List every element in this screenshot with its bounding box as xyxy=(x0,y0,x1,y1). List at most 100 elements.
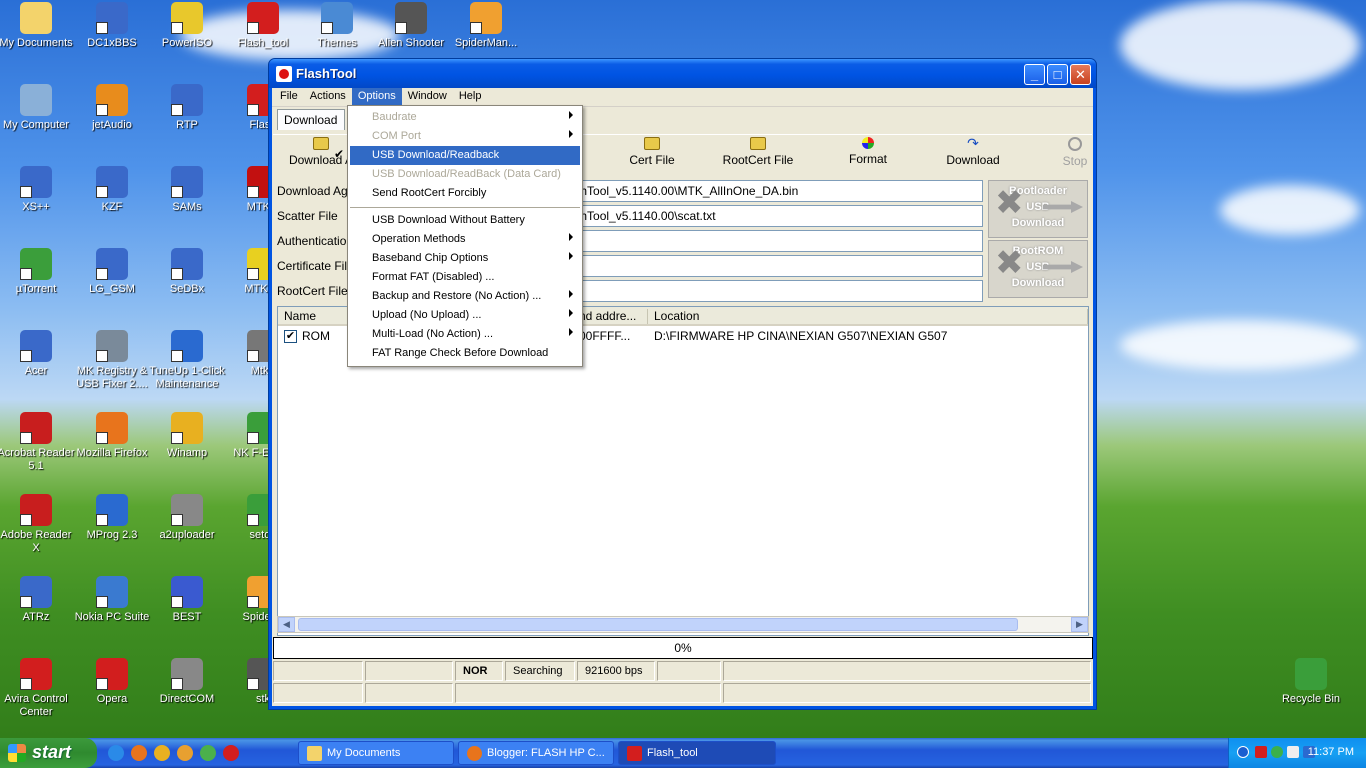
desktop-icon-poweriso[interactable]: PowerISO xyxy=(148,2,226,50)
menu-item-usb-download-readback[interactable]: ✔ USB Download/Readback xyxy=(334,146,580,165)
winamp-icon[interactable] xyxy=(154,745,170,761)
scatter-file-label: Scatter File xyxy=(277,209,338,223)
desktop-icon-atrz[interactable]: ATRz xyxy=(0,576,75,624)
network-icon[interactable] xyxy=(1271,746,1283,758)
antivirus-icon[interactable] xyxy=(1255,746,1267,758)
rootcert-file-field[interactable] xyxy=(535,280,983,302)
desktop-icon-spiderman[interactable]: SpiderMan... xyxy=(447,2,525,50)
authentication-file-field[interactable] xyxy=(535,230,983,252)
rom-checkbox[interactable]: ✔ xyxy=(284,330,297,343)
horizontal-scrollbar[interactable]: ◀ ▶ xyxy=(277,616,1089,633)
desktop-icon-sedbx[interactable]: SeDBx xyxy=(148,248,226,296)
desktop-icon-label: µTorrent xyxy=(15,283,57,295)
desktop-icon-tuneup-1-click-maintenance[interactable]: TuneUp 1-Click Maintenance xyxy=(148,330,226,391)
windows-logo-icon xyxy=(8,744,26,762)
taskbar-item-label: Blogger: FLASH HP C... xyxy=(487,747,605,759)
rootcert-file-button[interactable]: RootCert File xyxy=(713,137,803,167)
taskbar-item-label: Flash_tool xyxy=(647,747,698,759)
submenu-arrow-icon xyxy=(569,233,573,241)
desktop-icon-kzf[interactable]: KZF xyxy=(73,166,151,214)
menu-item-backup-restore[interactable]: Backup and Restore (No Action) ... xyxy=(350,287,580,306)
desktop-icon-adobe-reader-x[interactable]: Adobe Reader X xyxy=(0,494,75,555)
desktop-icon-recycle-bin[interactable]: Recycle Bin xyxy=(1272,658,1350,706)
taskbar-item-my-documents[interactable]: My Documents xyxy=(298,741,454,765)
media-icon[interactable] xyxy=(177,745,193,761)
menu-file[interactable]: File xyxy=(274,88,304,106)
desktop-icon-alien-shooter[interactable]: Alien Shooter xyxy=(372,2,450,50)
download-agent-field[interactable]: 00\FlashTool_v5.1140.00\MTK_AllInOne_DA.… xyxy=(535,180,983,202)
scroll-thumb[interactable] xyxy=(298,618,1018,631)
bootloader-usb-download-button[interactable]: ✖ Bootloader USB Download xyxy=(988,180,1088,238)
desktop-icon-rtp[interactable]: RTP xyxy=(148,84,226,132)
title-bar[interactable]: FlashTool _ □ ✕ xyxy=(269,59,1096,88)
minimize-button[interactable]: _ xyxy=(1024,64,1045,85)
desktop-icon-best[interactable]: BEST xyxy=(148,576,226,624)
desktop-icon-winamp[interactable]: Winamp xyxy=(148,412,226,460)
desktop-icon-a2uploader[interactable]: a2uploader xyxy=(148,494,226,542)
download-button[interactable]: ↷ Download xyxy=(933,136,1013,167)
desktop-icon-xs[interactable]: XS++ xyxy=(0,166,75,214)
volume-icon[interactable] xyxy=(1287,746,1299,758)
scatter-file-field[interactable]: 00\FlashTool_v5.1140.00\scat.txt xyxy=(535,205,983,227)
desktop-icon-avira-control-center[interactable]: Avira Control Center xyxy=(0,658,75,719)
opera-icon[interactable] xyxy=(223,745,239,761)
bootrom-usb-download-button[interactable]: ✖ BootROM USB Download xyxy=(988,240,1088,298)
desktop-icon-opera[interactable]: Opera xyxy=(73,658,151,706)
column-end-address[interactable]: nd addre... xyxy=(573,309,648,324)
desktop-icon-jetaudio[interactable]: jetAudio xyxy=(73,84,151,132)
desktop-icon-nokia-pc-suite[interactable]: Nokia PC Suite xyxy=(73,576,151,624)
desktop-icon-torrent[interactable]: µTorrent xyxy=(0,248,75,296)
menu-item-label: Multi-Load (No Action) ... xyxy=(372,328,494,340)
menu-item-baseband-chip[interactable]: Baseband Chip Options xyxy=(350,249,580,268)
desktop-icon-acrobat-reader-5-1[interactable]: Acrobat Reader 5.1 xyxy=(0,412,75,473)
scroll-left-button[interactable]: ◀ xyxy=(278,617,295,632)
menu-item-format-fat[interactable]: Format FAT (Disabled) ... xyxy=(350,268,580,287)
tray-expand-icon[interactable] xyxy=(1237,746,1249,758)
cert-file-button[interactable]: Cert File xyxy=(617,137,687,167)
start-button[interactable]: start xyxy=(0,738,97,768)
certificate-file-field[interactable] xyxy=(535,255,983,277)
menu-item-operation-methods[interactable]: Operation Methods xyxy=(350,230,580,249)
status-cell-empty xyxy=(723,683,1091,703)
stop-button[interactable]: Stop xyxy=(1057,137,1093,168)
desktop-icon-mk-registry-usb-fixer-2[interactable]: MK Registry & USB Fixer 2.... xyxy=(73,330,151,391)
taskbar-item-blogger[interactable]: Blogger: FLASH HP C... xyxy=(458,741,614,765)
maximize-button[interactable]: □ xyxy=(1047,64,1068,85)
desktop-icon-lg-gsm[interactable]: LG_GSM xyxy=(73,248,151,296)
column-name[interactable]: Name xyxy=(278,309,348,324)
menu-window[interactable]: Window xyxy=(402,88,453,106)
menu-item-multi-load[interactable]: Multi-Load (No Action) ... xyxy=(350,325,580,344)
status-cell-empty xyxy=(365,661,453,681)
desktop-icon-dc1xbbs[interactable]: DC1xBBS xyxy=(73,2,151,50)
column-location[interactable]: Location xyxy=(648,309,1088,324)
desktop-icon-acer[interactable]: Acer xyxy=(0,330,75,378)
internet-explorer-icon[interactable] xyxy=(108,745,124,761)
menu-item-fat-range-check[interactable]: FAT Range Check Before Download xyxy=(350,344,580,363)
menu-item-without-battery[interactable]: USB Download Without Battery xyxy=(350,211,580,230)
menu-item-send-rootcert[interactable]: Send RootCert Forcibly xyxy=(350,184,580,203)
menu-options[interactable]: Options xyxy=(351,88,402,106)
desktop-icon-my-documents[interactable]: My Documents xyxy=(0,2,75,50)
desktop-icon-my-computer[interactable]: My Computer xyxy=(0,84,75,132)
desktop-icon-mozilla-firefox[interactable]: Mozilla Firefox xyxy=(73,412,151,460)
desktop-icon-directcom[interactable]: DirectCOM xyxy=(148,658,226,706)
scroll-right-button[interactable]: ▶ xyxy=(1071,617,1088,632)
status-search: Searching xyxy=(505,661,575,681)
format-button[interactable]: Format xyxy=(833,137,903,166)
desktop-icon-themes[interactable]: Themes xyxy=(298,2,376,50)
menu-item-upload[interactable]: Upload (No Upload) ... xyxy=(350,306,580,325)
desktop-icon-sams[interactable]: SAMs xyxy=(148,166,226,214)
taskbar-item-flash-tool[interactable]: Flash_tool xyxy=(618,741,776,765)
close-button[interactable]: ✕ xyxy=(1070,64,1091,85)
desktop-icon-mprog-2-3[interactable]: MProg 2.3 xyxy=(73,494,151,542)
menu-actions[interactable]: Actions xyxy=(304,88,352,106)
format-icon xyxy=(862,137,874,149)
menu-help[interactable]: Help xyxy=(453,88,488,106)
menu-item-com-port[interactable]: COM Port xyxy=(350,127,580,146)
menu-item-usb-download-data-card[interactable]: USB Download/ReadBack (Data Card) xyxy=(350,165,580,184)
menu-item-baudrate[interactable]: Baudrate xyxy=(350,108,580,127)
chrome-icon[interactable] xyxy=(200,745,216,761)
firefox-icon[interactable] xyxy=(131,745,147,761)
desktop-icon-flash-tool[interactable]: Flash_tool xyxy=(224,2,302,50)
tab-download[interactable]: Download xyxy=(277,109,345,130)
